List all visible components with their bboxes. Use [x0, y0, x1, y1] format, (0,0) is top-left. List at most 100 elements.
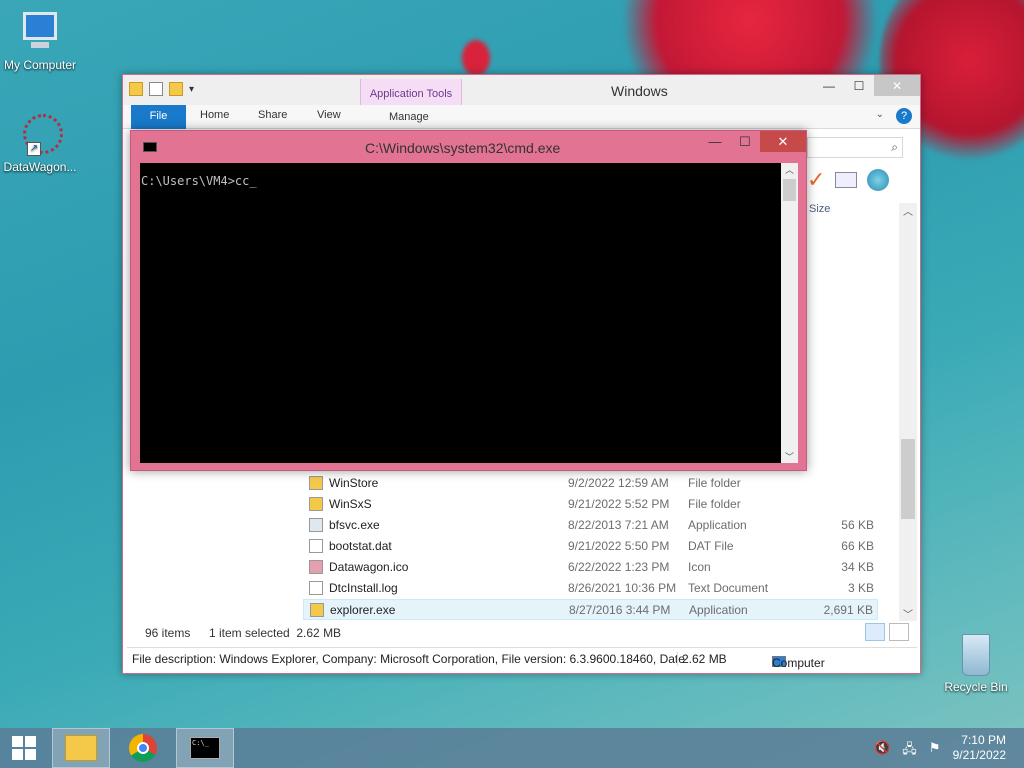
large-icons-view-button[interactable]: [889, 623, 909, 641]
file-icon: [309, 539, 323, 553]
file-size: 66 KB: [841, 539, 874, 553]
folder-icon: [309, 497, 323, 511]
file-row[interactable]: bootstat.dat 9/21/2022 5:50 PM DAT File 66 …: [303, 536, 878, 557]
cmd-scrollbar[interactable]: ︿ ﹀: [781, 163, 798, 463]
cmd-maximize-button[interactable]: ☐: [730, 131, 760, 152]
file-name: explorer.exe: [330, 603, 396, 617]
folder-icon[interactable]: [129, 82, 143, 96]
item-count: 96 items: [145, 626, 191, 640]
size-column-header[interactable]: Size: [809, 203, 830, 215]
taskbar-file-explorer[interactable]: [52, 728, 110, 768]
file-name: WinStore: [329, 476, 379, 490]
file-name: Datawagon.ico: [329, 560, 409, 574]
context-tab-label: Application Tools: [369, 88, 453, 100]
file-type: DAT File: [688, 539, 734, 553]
text-file-icon: [309, 581, 323, 595]
globe-icon[interactable]: [867, 169, 890, 191]
cmd-console[interactable]: C:\Users\VM4>cc_: [140, 163, 781, 463]
app-icon: [309, 518, 323, 532]
windows-logo-icon: [12, 736, 36, 760]
file-type: File folder: [688, 476, 741, 490]
cmd-scroll-down-icon[interactable]: ﹀: [785, 450, 794, 463]
clock[interactable]: 7:10 PM 9/21/2022: [953, 733, 1006, 763]
selection-info: 1 item selected 2.62 MB: [209, 626, 342, 640]
desktop-icon-recycle-bin[interactable]: Recycle Bin: [936, 630, 1016, 694]
file-size: 2,691 KB: [823, 603, 873, 617]
tab-manage[interactable]: Manage: [389, 111, 429, 123]
file-date: 8/26/2021 10:36 PM: [568, 581, 677, 595]
scrollbar-thumb[interactable]: [901, 439, 915, 519]
clock-time: 7:10 PM: [961, 733, 1006, 747]
file-list: WinStore 9/2/2022 12:59 AM File folder WinS…: [303, 473, 878, 620]
file-type: Icon: [688, 560, 711, 574]
cmd-icon: C:\_: [190, 737, 220, 759]
file-row[interactable]: WinSxS 9/21/2022 5:52 PM File folder: [303, 494, 878, 515]
new-folder-icon[interactable]: [169, 82, 183, 96]
cmd-title: C:\Windows\system32\cmd.exe: [365, 140, 561, 156]
checkmark-icon[interactable]: ✓: [807, 167, 825, 193]
view-toggle: [865, 623, 909, 641]
file-type: Text Document: [688, 581, 769, 595]
file-row[interactable]: Datawagon.ico 6/22/2022 1:23 PM Icon 34 KB: [303, 557, 878, 578]
taskbar-cmd[interactable]: C:\_: [176, 728, 234, 768]
file-row[interactable]: explorer.exe 8/27/2016 3:44 PM Application…: [303, 599, 878, 620]
desktop-icon-label: DataWagon...: [3, 160, 77, 174]
file-date: 9/2/2022 12:59 AM: [568, 476, 669, 490]
maximize-button[interactable]: ☐: [844, 75, 874, 96]
clock-date: 9/21/2022: [952, 748, 1006, 762]
scroll-up-icon[interactable]: ︿: [903, 203, 913, 218]
tab-file[interactable]: File: [131, 105, 186, 129]
window-title: Windows: [611, 83, 668, 99]
desktop-icon-label: Recycle Bin: [944, 680, 1008, 694]
system-tray: 🔇 🖧 ⚑: [874, 740, 940, 762]
minimize-button[interactable]: —: [814, 75, 844, 96]
cmd-scroll-thumb[interactable]: [783, 179, 796, 201]
close-button[interactable]: ✕: [874, 75, 920, 96]
file-date: 8/22/2013 7:21 AM: [568, 518, 669, 532]
file-row[interactable]: DtcInstall.log 8/26/2021 10:36 PM Text Doc…: [303, 578, 878, 599]
network-icon[interactable]: 🖧: [902, 740, 917, 762]
search-input[interactable]: ⌕: [807, 137, 903, 158]
cursor: _: [249, 174, 257, 188]
cmd-window-controls: — ☐ ✕: [700, 131, 806, 152]
datawagon-icon: ↗: [17, 112, 63, 158]
cmd-close-button[interactable]: ✕: [760, 131, 806, 152]
file-date: 6/22/2022 1:23 PM: [568, 560, 670, 574]
shortcut-arrow-icon: ↗: [27, 142, 41, 156]
search-icon: ⌕: [891, 140, 898, 154]
cmd-minimize-button[interactable]: —: [700, 131, 730, 152]
action-center-icon[interactable]: ⚑: [929, 740, 941, 762]
file-row[interactable]: bfsvc.exe 8/22/2013 7:21 AM Application 56 …: [303, 515, 878, 536]
cmd-window[interactable]: C:\Windows\system32\cmd.exe — ☐ ✕ C:\Use…: [130, 130, 807, 471]
start-button[interactable]: [0, 728, 48, 768]
vertical-scrollbar[interactable]: ︿ ﹀: [899, 203, 917, 621]
file-description: File description: Windows Explorer, Comp…: [132, 652, 685, 666]
file-size: 34 KB: [841, 560, 874, 574]
tab-view[interactable]: View: [317, 109, 341, 121]
file-name: bfsvc.exe: [329, 518, 380, 532]
tab-home[interactable]: Home: [200, 109, 229, 121]
cmd-prompt-line: C:\Users\VM4>cc: [141, 174, 250, 188]
desktop-icon-datawagon[interactable]: ↗ DataWagon...: [0, 112, 80, 174]
file-explorer-icon: [65, 735, 97, 761]
file-row[interactable]: WinStore 9/2/2022 12:59 AM File folder: [303, 473, 878, 494]
explorer-titlebar[interactable]: ▾ Windows — ☐ ✕: [123, 75, 920, 105]
tab-share[interactable]: Share: [258, 109, 287, 121]
file-size: 56 KB: [841, 518, 874, 532]
expand-ribbon-icon[interactable]: ⌄: [876, 109, 884, 120]
qat-dropdown-icon[interactable]: ▾: [189, 84, 194, 95]
volume-muted-icon[interactable]: 🔇: [874, 740, 890, 762]
scroll-down-icon[interactable]: ﹀: [903, 606, 913, 621]
desktop-icon-my-computer[interactable]: My Computer: [0, 8, 80, 72]
wallpaper-bud: [462, 40, 490, 76]
help-icon[interactable]: ?: [896, 108, 912, 124]
preview-pane-icon[interactable]: [835, 172, 858, 188]
taskbar-chrome[interactable]: [114, 728, 172, 768]
chrome-icon: [129, 734, 157, 762]
file-date: 8/27/2016 3:44 PM: [569, 603, 671, 617]
cmd-scroll-up-icon[interactable]: ︿: [785, 163, 794, 176]
recycle-bin-icon: [956, 630, 996, 678]
details-view-button[interactable]: [865, 623, 885, 641]
properties-icon[interactable]: [149, 82, 163, 96]
quick-access-toolbar: ▾: [129, 82, 194, 96]
